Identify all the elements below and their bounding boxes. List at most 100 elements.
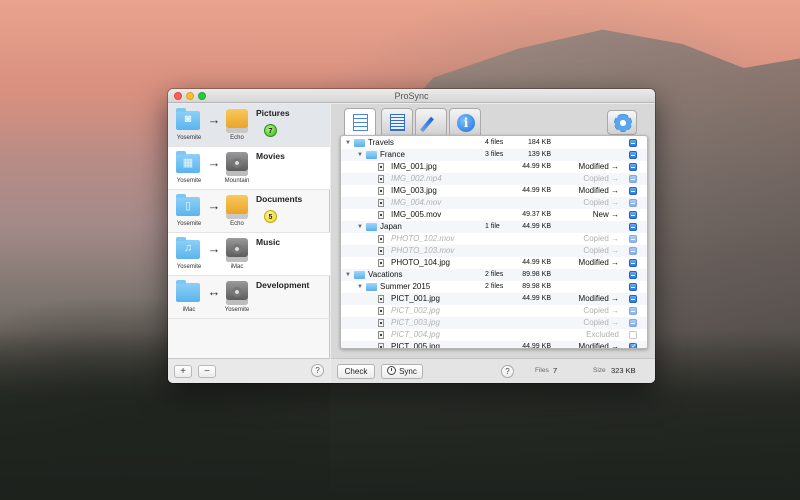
sync-status: Excluded bbox=[586, 330, 619, 339]
file-name: IMG_004.mov bbox=[391, 198, 442, 207]
include-checkbox[interactable] bbox=[629, 283, 637, 291]
file-row[interactable]: IMG_004.mov Copied → bbox=[341, 197, 647, 209]
document-icon: ▯ bbox=[184, 200, 192, 212]
folder-row[interactable]: ▼ Japan 1 file 44.99 KB bbox=[341, 221, 647, 233]
sidebar-item-documents[interactable]: ▯ → Yosemite Echo Documents 5 bbox=[168, 190, 330, 233]
folder-icon bbox=[354, 139, 365, 147]
include-checkbox[interactable] bbox=[629, 199, 637, 207]
sync-direction-icon: → bbox=[207, 198, 221, 213]
folder-name: Travels bbox=[368, 138, 394, 147]
file-row[interactable]: PICT_001.jpg 44.99 KB Modified → bbox=[341, 293, 647, 305]
file-row[interactable]: IMG_002.mp4 Copied → bbox=[341, 173, 647, 185]
sidebar-help-button[interactable]: ? bbox=[311, 364, 324, 377]
sync-status: Copied → bbox=[583, 234, 619, 243]
music-note-icon: ♫ bbox=[183, 242, 193, 254]
destination-disk-icon bbox=[226, 195, 248, 219]
include-checkbox[interactable] bbox=[629, 247, 637, 255]
file-icon bbox=[378, 187, 384, 195]
folder-row[interactable]: ▼ Travels 4 files 184 KB bbox=[341, 137, 647, 149]
file-row[interactable]: PHOTO_102.mov Copied → bbox=[341, 233, 647, 245]
tab-edit[interactable] bbox=[415, 108, 447, 136]
include-checkbox[interactable] bbox=[629, 295, 637, 303]
folder-icon bbox=[354, 271, 365, 279]
include-checkbox[interactable] bbox=[629, 151, 637, 159]
file-row[interactable]: PICT_002.jpg Copied → bbox=[341, 305, 647, 317]
sync-set-title: Pictures bbox=[256, 108, 290, 118]
files-count: 7 bbox=[553, 366, 558, 375]
disclosure-triangle-icon[interactable]: ▼ bbox=[357, 221, 363, 233]
file-icon bbox=[378, 259, 384, 267]
tab-text-log[interactable] bbox=[381, 108, 413, 136]
destination-disk-icon bbox=[226, 238, 248, 262]
text-document-icon bbox=[390, 114, 405, 131]
destination-name: Echo bbox=[230, 221, 244, 227]
info-icon: i bbox=[457, 114, 475, 132]
disclosure-triangle-icon[interactable]: ▼ bbox=[357, 281, 363, 293]
include-checkbox[interactable] bbox=[629, 271, 637, 279]
size-label: Size bbox=[593, 367, 606, 374]
include-checkbox[interactable] bbox=[629, 223, 637, 231]
file-name: PICT_001.jpg bbox=[391, 294, 440, 303]
remove-sync-set-button[interactable]: − bbox=[198, 365, 216, 378]
file-size: 184 KB bbox=[528, 139, 551, 146]
disclosure-triangle-icon[interactable]: ▼ bbox=[345, 269, 351, 281]
folder-name: Summer 2015 bbox=[380, 282, 431, 291]
include-checkbox[interactable] bbox=[629, 139, 637, 147]
file-row[interactable]: PHOTO_103.mov Copied → bbox=[341, 245, 647, 257]
folder-row[interactable]: ▼ Vacations 2 files 89.98 KB bbox=[341, 269, 647, 281]
pencil-icon bbox=[420, 116, 434, 133]
sidebar-item-music[interactable]: ♫ → Yosemite iMac Music bbox=[168, 233, 330, 276]
sidebar-item-movies[interactable]: ▦ → Yosemite Mountain Movies bbox=[168, 147, 330, 190]
settings-button[interactable] bbox=[607, 110, 637, 135]
destination-name: Mountain bbox=[224, 178, 250, 184]
destination-disk-icon bbox=[226, 109, 248, 133]
source-name: Yosemite bbox=[176, 178, 202, 184]
disclosure-triangle-icon[interactable]: ▼ bbox=[357, 149, 363, 161]
include-checkbox[interactable] bbox=[629, 211, 637, 219]
include-checkbox[interactable] bbox=[629, 319, 637, 327]
include-checkbox[interactable] bbox=[629, 341, 638, 348]
file-icon bbox=[378, 319, 384, 327]
file-count: 1 file bbox=[485, 223, 500, 230]
sync-button[interactable]: Sync bbox=[381, 364, 423, 379]
folder-name: France bbox=[380, 150, 405, 159]
include-checkbox[interactable] bbox=[629, 187, 637, 195]
add-sync-set-button[interactable]: + bbox=[174, 365, 192, 378]
file-row[interactable]: IMG_001.jpg 44.99 KB Modified → bbox=[341, 161, 647, 173]
minimize-window-button[interactable] bbox=[186, 92, 194, 100]
destination-name: Yosemite bbox=[224, 307, 250, 313]
sync-status: Copied → bbox=[583, 246, 619, 255]
sidebar-item-development[interactable]: ↔ iMac Yosemite Development bbox=[168, 276, 330, 319]
source-folder-icon: ▦ bbox=[176, 151, 200, 173]
main-panel: i ▼ Travels 4 files 184 KB ▼ France 3 files 139… bbox=[331, 104, 655, 383]
folder-row[interactable]: ▼ Summer 2015 2 files 89.98 KB bbox=[341, 281, 647, 293]
size-total: 323 KB bbox=[611, 366, 636, 375]
include-checkbox[interactable] bbox=[629, 307, 637, 315]
include-checkbox[interactable] bbox=[629, 259, 637, 267]
file-row[interactable]: PICT_005.jpg 44.99 KB Modified → bbox=[341, 341, 647, 349]
file-row[interactable]: IMG_003.jpg 44.99 KB Modified → bbox=[341, 185, 647, 197]
include-checkbox[interactable] bbox=[629, 235, 637, 243]
sync-direction-icon: → bbox=[207, 112, 221, 127]
sidebar-item-pictures[interactable]: ◙ → Yosemite Echo Pictures 7 bbox=[168, 104, 330, 147]
folder-row[interactable]: ▼ France 3 files 139 KB bbox=[341, 149, 647, 161]
clock-icon bbox=[387, 366, 397, 375]
main-help-button[interactable]: ? bbox=[501, 365, 514, 378]
file-row[interactable]: IMG_005.mov 49.37 KB New → bbox=[341, 209, 647, 221]
include-checkbox[interactable] bbox=[629, 175, 637, 183]
disclosure-triangle-icon[interactable]: ▼ bbox=[345, 137, 351, 149]
file-row[interactable]: PHOTO_104.jpg 44.99 KB Modified → bbox=[341, 257, 647, 269]
zoom-window-button[interactable] bbox=[198, 92, 206, 100]
prosync-window: ProSync ◙ → Yosemite Echo Pictures 7 ▦ → Yosemit… bbox=[168, 89, 655, 383]
file-row[interactable]: PICT_003.jpg Copied → bbox=[341, 317, 647, 329]
include-checkbox[interactable] bbox=[629, 163, 637, 171]
check-button[interactable]: Check bbox=[337, 364, 375, 379]
close-window-button[interactable] bbox=[174, 92, 182, 100]
file-row[interactable]: PICT_004.jpg Excluded bbox=[341, 329, 647, 341]
title-bar[interactable]: ProSync bbox=[168, 89, 655, 103]
include-checkbox[interactable] bbox=[629, 331, 637, 339]
sync-status: Modified → bbox=[578, 342, 619, 349]
file-icon bbox=[378, 247, 384, 255]
tab-info[interactable]: i bbox=[449, 108, 481, 136]
film-icon: ▦ bbox=[182, 157, 194, 169]
